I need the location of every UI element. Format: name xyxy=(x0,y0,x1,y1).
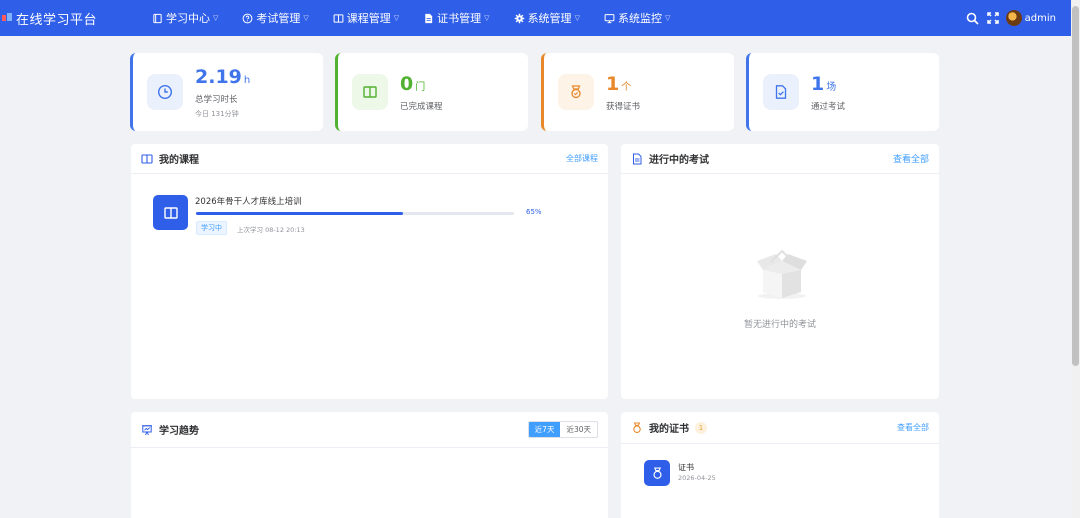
username[interactable]: admin xyxy=(1025,13,1056,24)
presentation-chart-icon xyxy=(142,424,152,435)
nav-label: 证书管理 xyxy=(437,12,482,25)
chevron-down-icon: ▽ xyxy=(664,14,671,22)
nav-learning-center[interactable]: 学习中心 ▽ xyxy=(152,10,218,26)
nav-label: 系统监控 xyxy=(617,12,662,25)
my-courses-panel: 我的课程 全部课程 2026年骨干人才库线上培训 65% 学习中 上次学习 08… xyxy=(131,144,608,399)
trend-range-toggle: 近7天 近30天 xyxy=(527,421,598,438)
study-trend-panel: 学习趋势 近7天 近30天 xyxy=(131,412,608,518)
course-icon-box xyxy=(153,195,188,230)
stat-value: 1个 xyxy=(606,72,632,95)
logo-icon xyxy=(2,13,12,23)
nav-system-management[interactable]: 系统管理 ▽ xyxy=(514,10,580,26)
certificate-name: 证书 xyxy=(678,463,694,472)
clock-icon xyxy=(157,84,173,100)
nav-system-monitor[interactable]: 系统监控 ▽ xyxy=(604,10,670,26)
panel-header: 我的证书 1 查看全部 xyxy=(621,412,939,444)
view-all-certificates-link[interactable]: 查看全部 xyxy=(897,422,929,433)
stat-card-study-time: 2.19 h 总学习时长 今日 131分钟 xyxy=(130,53,323,131)
panel-header: 学习趋势 近7天 近30天 xyxy=(131,412,608,448)
stat-icon-box xyxy=(147,74,183,110)
course-item[interactable]: 2026年骨干人才库线上培训 65% 学习中 上次学习 08-12 20:13 xyxy=(153,195,553,235)
course-title[interactable]: 2026年骨干人才库线上培训 xyxy=(195,195,302,207)
range-7-days-button[interactable]: 近7天 xyxy=(528,422,561,437)
nav-label: 课程管理 xyxy=(346,12,391,25)
header-actions: admin xyxy=(960,0,1056,36)
nav-label: 系统管理 xyxy=(527,12,572,25)
page-scrollbar[interactable] xyxy=(1071,0,1080,518)
stat-card-passed-exams: 1场 通过考试 xyxy=(746,53,939,131)
stat-label: 获得证书 xyxy=(606,101,641,112)
stat-value: 0门 xyxy=(400,72,426,95)
open-book-icon xyxy=(163,206,178,219)
nav-course-management[interactable]: 课程管理 ▽ xyxy=(333,10,399,26)
medal-icon xyxy=(571,85,581,99)
stat-card-certificates: 1个 获得证书 xyxy=(541,53,734,131)
panel-title: 进行中的考试 xyxy=(649,155,709,166)
course-progress-label: 65% xyxy=(526,208,542,216)
chevron-down-icon: ▽ xyxy=(303,14,309,22)
gear-icon xyxy=(514,13,524,23)
empty-state-text: 暂无进行中的考试 xyxy=(743,320,816,330)
file-check-icon xyxy=(775,85,787,99)
open-book-icon xyxy=(333,13,344,23)
nav-exam-management[interactable]: 考试管理 ▽ xyxy=(242,10,309,26)
stat-sub: 今日 131分钟 xyxy=(195,109,239,118)
all-courses-link[interactable]: 全部课程 xyxy=(566,153,598,164)
chevron-down-icon: ▽ xyxy=(393,14,400,22)
medal-icon xyxy=(633,422,641,433)
panel-title: 学习趋势 xyxy=(159,426,199,437)
stat-card-completed-courses: 0门 已完成课程 xyxy=(335,53,528,131)
open-book-icon xyxy=(141,153,153,164)
my-certificates-panel: 我的证书 1 查看全部 证书 2026-04-25 xyxy=(621,412,939,518)
chevron-down-icon: ▽ xyxy=(484,14,490,22)
main-nav: 学习中心 ▽ 考试管理 ▽ 课程管理 ▽ 证书管理 ▽ 系统管理 ▽ 系统监控 ▽ xyxy=(152,0,694,36)
stat-label: 通过考试 xyxy=(811,101,846,112)
panel-header: 进行中的考试 查看全部 xyxy=(621,144,939,174)
empty-box-icon xyxy=(757,249,807,299)
status-badge: 学习中 xyxy=(196,221,227,235)
stat-icon-box xyxy=(352,74,388,110)
stat-value: 2.19 h xyxy=(195,65,251,88)
chevron-down-icon: ▽ xyxy=(213,14,219,22)
last-study-time: 上次学习 08-12 20:13 xyxy=(237,226,305,234)
app-logo[interactable]: 在线学习平台 xyxy=(0,0,97,36)
stat-label: 总学习时长 xyxy=(195,94,238,105)
fullscreen-icon[interactable] xyxy=(986,11,1000,25)
avatar[interactable] xyxy=(1005,10,1022,26)
course-progress-bar xyxy=(196,212,514,215)
panel-title: 我的证书 xyxy=(649,424,689,435)
certificate-count-badge: 1 xyxy=(695,421,707,434)
nav-certificate-management[interactable]: 证书管理 ▽ xyxy=(423,10,490,26)
panel-title: 我的课程 xyxy=(159,155,199,166)
stat-value: 1场 xyxy=(811,72,837,95)
document-icon xyxy=(425,13,433,23)
stat-icon-box xyxy=(558,74,594,110)
course-progress-fill xyxy=(196,212,403,215)
app-title: 在线学习平台 xyxy=(16,12,98,28)
help-circle-icon xyxy=(242,13,253,23)
scrollbar-thumb[interactable] xyxy=(1072,6,1079,366)
monitor-icon xyxy=(604,13,615,23)
nav-label: 学习中心 xyxy=(166,12,210,25)
certificate-date: 2026-04-25 xyxy=(678,474,716,482)
search-icon[interactable] xyxy=(966,11,980,25)
panel-header: 我的课程 全部课程 xyxy=(131,144,608,174)
book-icon xyxy=(153,13,162,23)
stat-unit: 个 xyxy=(621,81,632,93)
document-icon xyxy=(633,153,642,164)
view-all-exams-link[interactable]: 查看全部 xyxy=(893,152,929,165)
open-book-icon xyxy=(363,86,377,98)
ongoing-exams-panel: 进行中的考试 查看全部 暂无进行中的考试 xyxy=(621,144,939,399)
certificate-icon-box xyxy=(644,460,670,486)
stat-unit: 场 xyxy=(826,81,837,93)
nav-label: 考试管理 xyxy=(256,12,301,25)
stat-icon-box xyxy=(763,74,799,110)
top-navbar: 在线学习平台 学习中心 ▽ 考试管理 ▽ 课程管理 ▽ 证书管理 ▽ 系统管理 ▽ 系统监… xyxy=(0,0,1080,36)
chevron-down-icon: ▽ xyxy=(574,14,580,22)
stat-unit: h xyxy=(243,74,251,86)
range-30-days-button[interactable]: 近30天 xyxy=(560,422,597,437)
stat-label: 已完成课程 xyxy=(400,101,443,112)
stat-unit: 门 xyxy=(415,81,426,93)
medal-icon xyxy=(652,467,662,479)
